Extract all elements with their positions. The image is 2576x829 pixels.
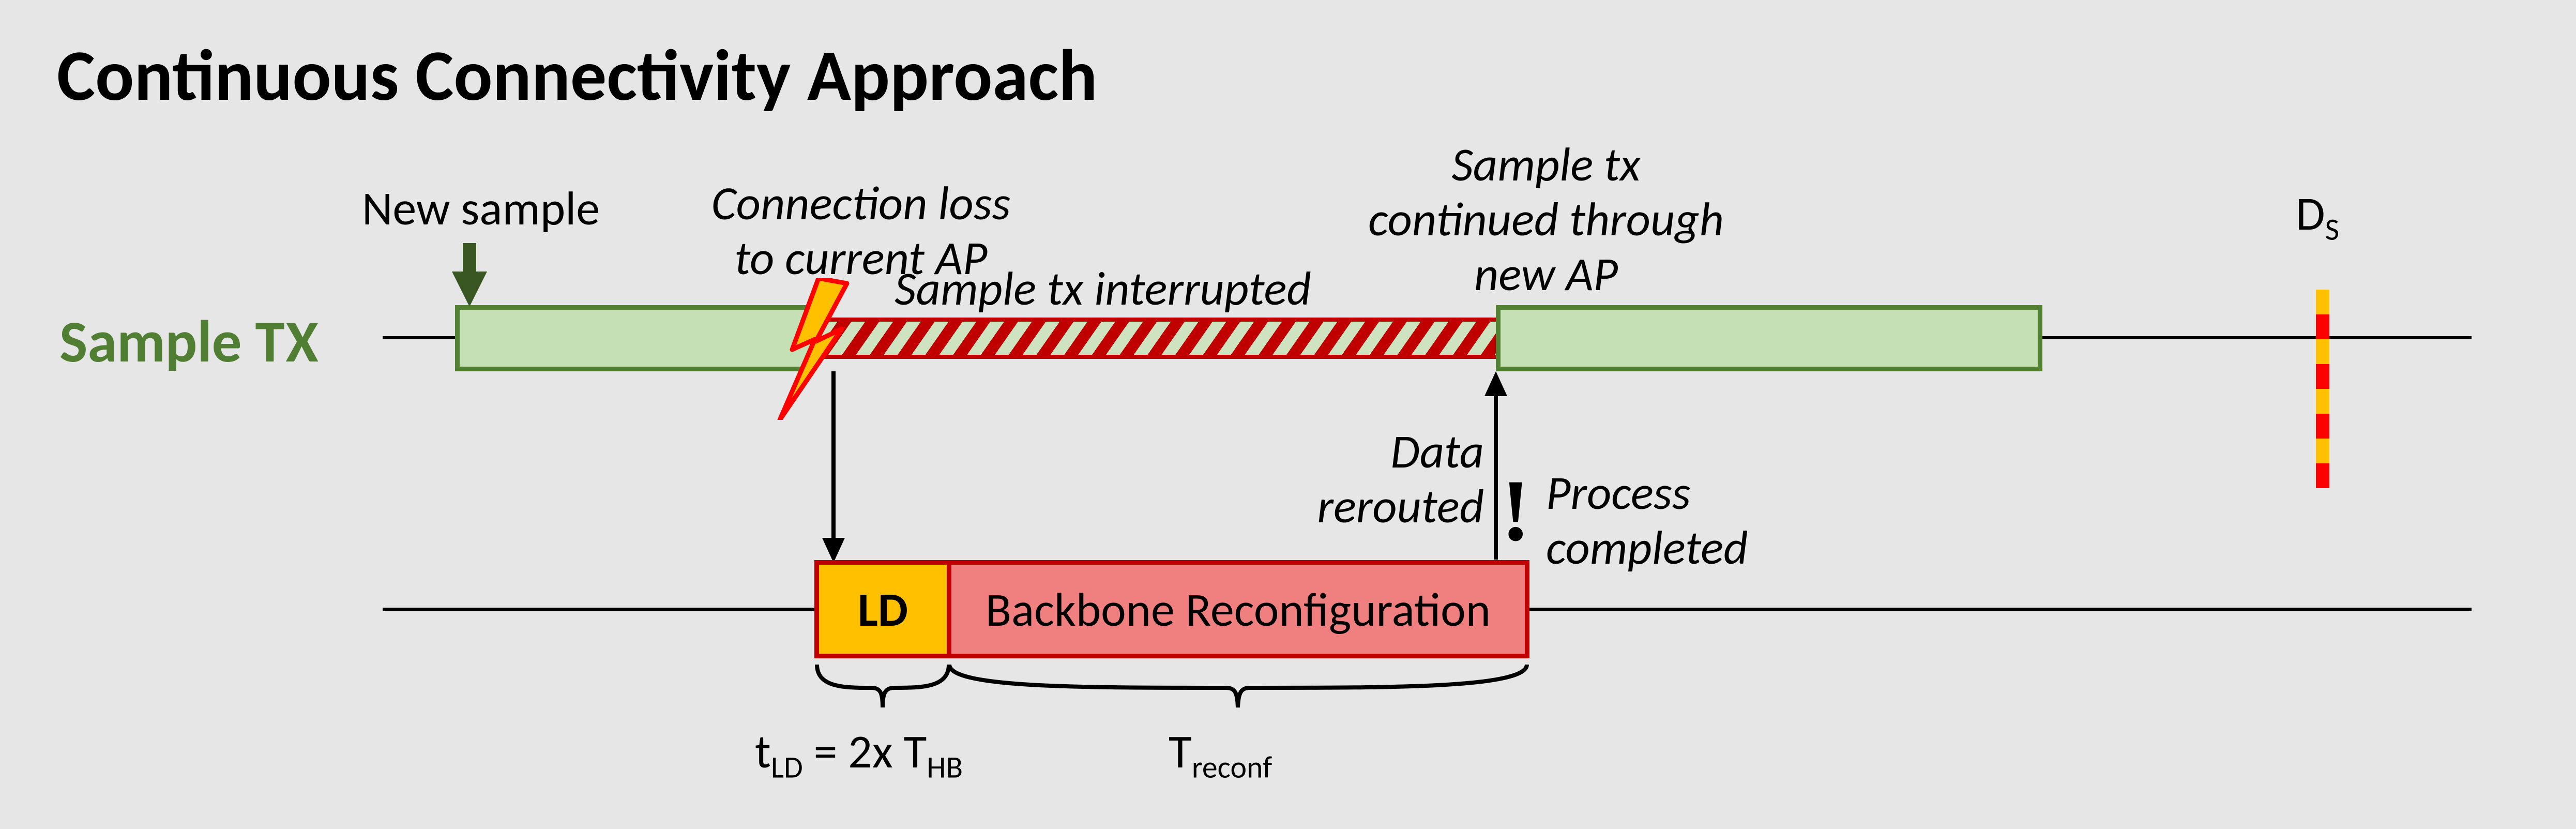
label-data-rerouted-l1: Data	[1390, 422, 1484, 480]
sample-tx-block-1	[455, 305, 814, 371]
arrow-interrupt-to-ld-head	[822, 538, 845, 563]
row-label-text-b: TX	[255, 305, 320, 378]
lightning-bolt-icon	[775, 278, 857, 420]
backbone-box: Backbone Reconfiguration	[947, 560, 1529, 658]
label-t-ld: tLD = 2x THB	[755, 724, 963, 786]
label-continued-l1: Sample tx	[1451, 135, 1640, 193]
label-interrupted: Sample tx interrupted	[895, 261, 1311, 316]
brace-backbone	[947, 662, 1529, 724]
label-process-l2: completed	[1546, 518, 1748, 577]
arrow-rerouted-head	[1484, 371, 1507, 396]
backbone-box-label: Backbone Reconfiguration	[986, 580, 1491, 639]
label-continued-l2: continued through	[1368, 190, 1724, 248]
deadline-marker	[2316, 290, 2329, 491]
brace-ld	[814, 662, 951, 724]
label-new-sample: New sample	[362, 181, 600, 236]
label-connection-loss-l1: Connection loss	[711, 174, 1011, 232]
label-t-reconf: Treconf	[1169, 724, 1272, 786]
row-label-sample-tx: Sample TX	[59, 305, 320, 378]
label-process-completed: Process completed	[1546, 465, 1805, 575]
label-process-l1: Process	[1546, 463, 1691, 522]
label-continued-l3: new AP	[1474, 245, 1618, 303]
row-label-text-a: Sample	[59, 305, 255, 378]
arrow-interrupt-to-ld	[831, 371, 836, 542]
new-sample-arrow-stem	[463, 243, 476, 275]
label-continued: Sample tx continued through new AP	[1313, 137, 1779, 301]
new-sample-arrow-head	[452, 272, 487, 307]
ld-box-label: LD	[858, 580, 908, 639]
label-deadline: DS	[2296, 186, 2339, 248]
diagram-stage: Continuous Connectivity Approach Sample …	[0, 0, 2576, 829]
label-data-rerouted-l2: rerouted	[1317, 477, 1484, 535]
label-data-rerouted: Data rerouted	[1293, 424, 1484, 534]
diagram-title: Continuous Connectivity Approach	[57, 31, 1097, 119]
ld-box: LD	[814, 560, 951, 658]
exclamation-icon: !	[1501, 460, 1531, 561]
sample-tx-interrupted	[810, 318, 1501, 359]
sample-tx-block-2	[1496, 305, 2042, 371]
arrow-rerouted	[1494, 393, 1498, 560]
